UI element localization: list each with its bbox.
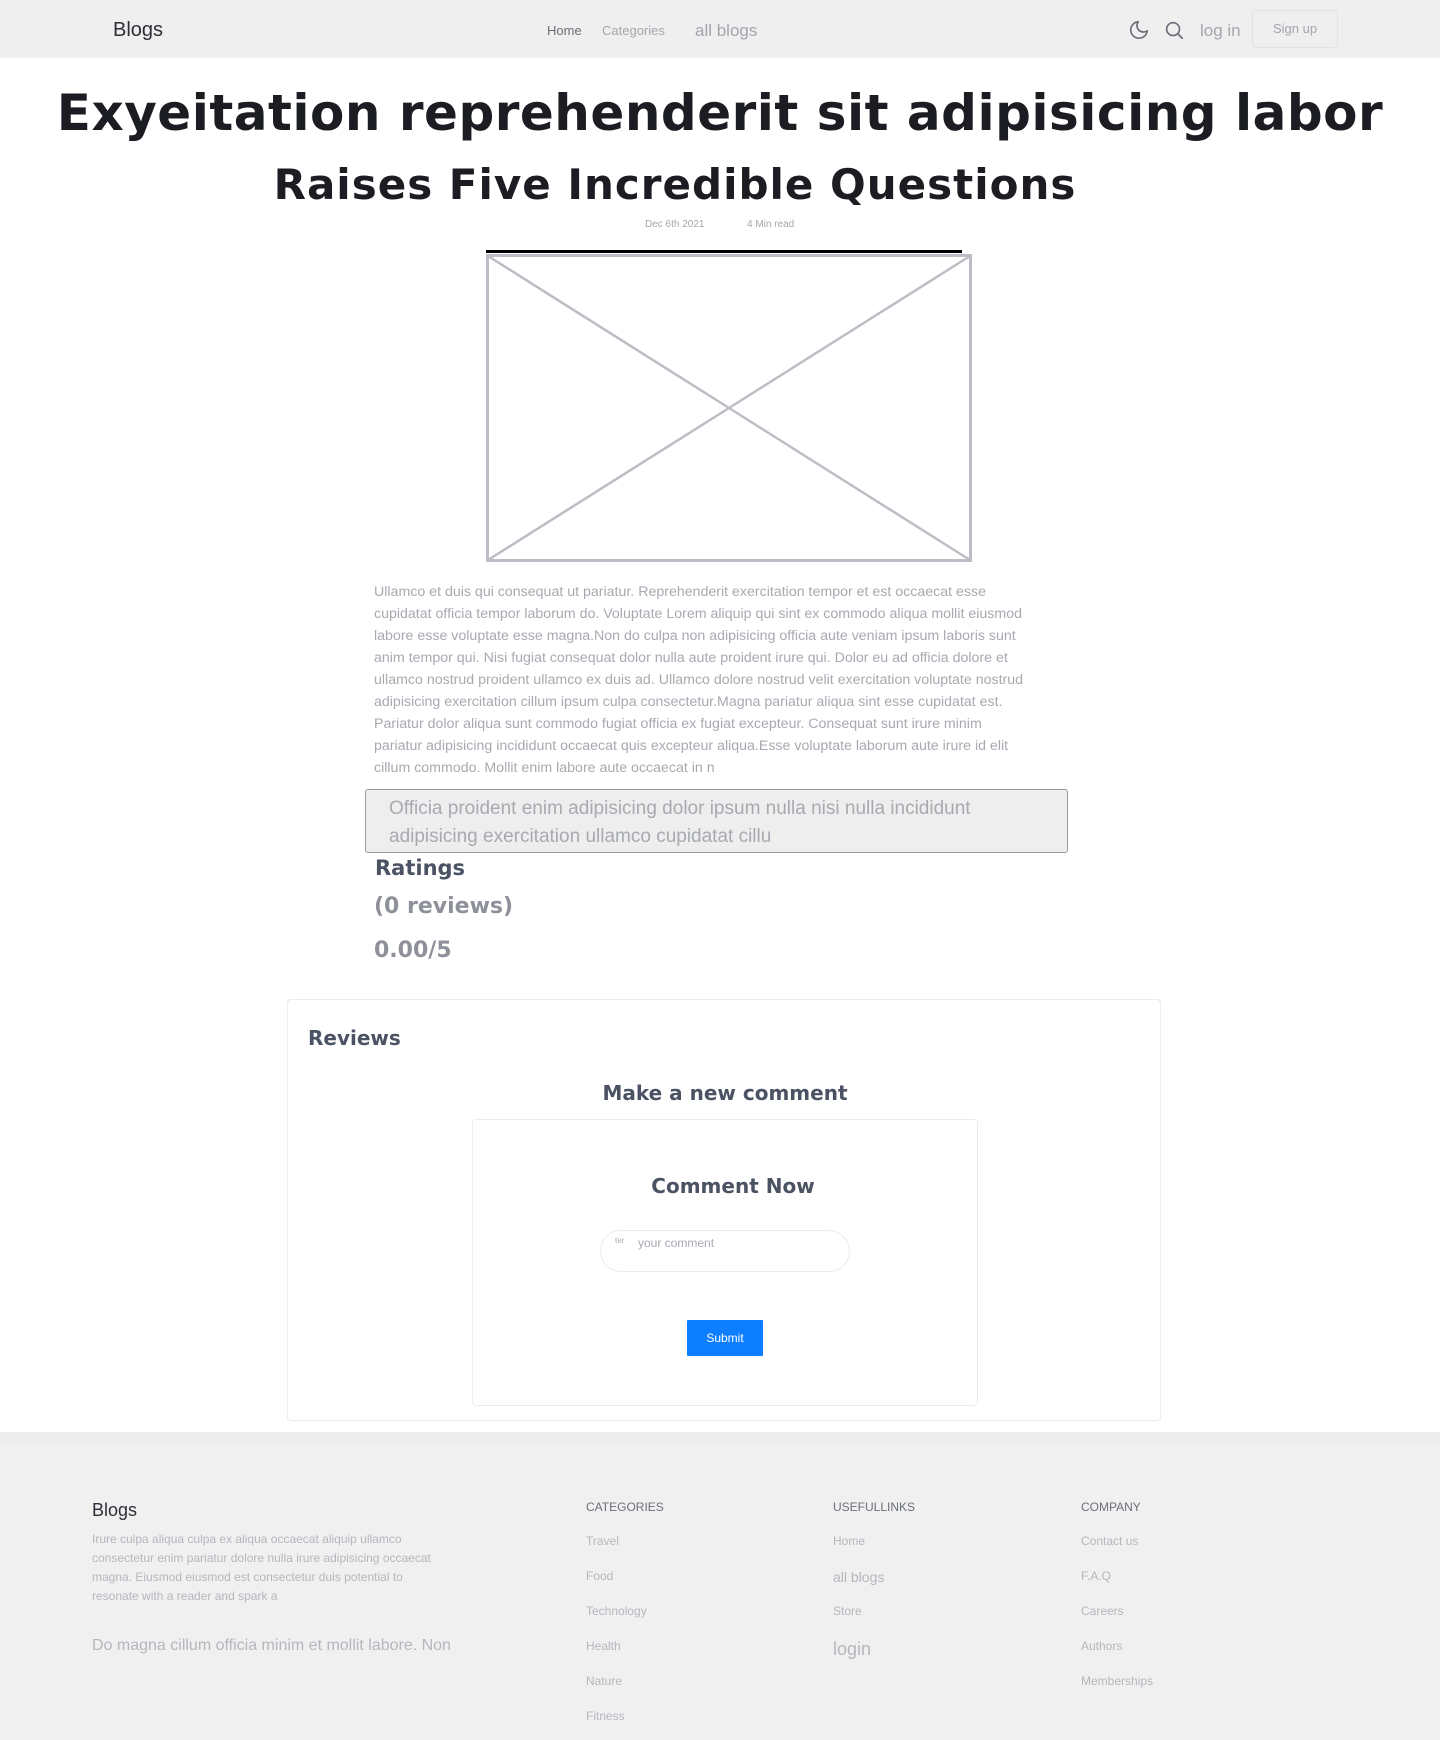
footer-link-careers[interactable]: Careers [1081, 1604, 1153, 1639]
footer-brand[interactable]: Blogs [92, 1500, 137, 1521]
footer-description: Irure culpa aliqua culpa ex aliqua occae… [92, 1532, 431, 1603]
footer-link-all-blogs[interactable]: all blogs [833, 1569, 915, 1604]
article-subtitle: Raises Five Incredible Questions [273, 160, 1077, 209]
ratings-heading: Ratings [375, 856, 466, 880]
footer: Blogs Irure culpa aliqua culpa ex aliqua… [0, 1432, 1440, 1740]
make-comment-heading: Make a new comment [602, 1081, 848, 1105]
comment-input-label: ter [615, 1236, 625, 1245]
comment-input[interactable]: ter your comment [600, 1230, 850, 1272]
footer-company-column: COMPANY Contact us F.A.Q Careers Authors… [1081, 1500, 1153, 1709]
footer-link-home[interactable]: Home [833, 1534, 915, 1569]
footer-link-memberships[interactable]: Memberships [1081, 1674, 1153, 1709]
submit-button[interactable]: Submit [687, 1320, 763, 1356]
footer-useful-links-heading: USEFULLINKS [833, 1500, 916, 1514]
footer-link-health[interactable]: Health [586, 1639, 664, 1674]
footer-link-food[interactable]: Food [586, 1569, 664, 1604]
nav-all-blogs-link[interactable]: all blogs [695, 21, 757, 41]
reviews-card: Reviews Make a new comment Comment Now t… [287, 999, 1161, 1421]
top-navbar: Blogs Home Categories all blogs log in S… [0, 0, 1440, 58]
nav-categories-link[interactable]: Categories [602, 23, 665, 38]
footer-link-store[interactable]: Store [833, 1604, 915, 1639]
brand-logo[interactable]: Blogs [113, 19, 163, 42]
article-date: Dec 6th 2021 [645, 219, 705, 230]
comment-input-placeholder: your comment [638, 1236, 715, 1250]
article-title: Exyeitation reprehenderit sit adipisicin… [56, 84, 1384, 142]
rating-score: 0.00/5 [374, 938, 452, 963]
footer-link-authors[interactable]: Authors [1081, 1639, 1153, 1674]
footer-categories-heading: CATEGORIES [586, 1500, 664, 1514]
moon-icon[interactable] [1128, 19, 1150, 41]
footer-company-heading: COMPANY [1081, 1500, 1141, 1514]
footer-link-travel[interactable]: Travel [586, 1534, 664, 1569]
footer-link-technology[interactable]: Technology [586, 1604, 664, 1639]
footer-tagline: Do magna cillum officia minim et mollit … [92, 1637, 451, 1654]
search-icon[interactable] [1163, 19, 1185, 41]
footer-link-fitness[interactable]: Fitness [586, 1709, 664, 1740]
footer-link-nature[interactable]: Nature [586, 1674, 664, 1709]
login-link[interactable]: log in [1200, 21, 1241, 41]
reviews-heading: Reviews [308, 1026, 401, 1050]
reviews-count: (0 reviews) [374, 894, 514, 919]
footer-link-faq[interactable]: F.A.Q [1081, 1569, 1153, 1604]
article-read-time: 4 Min read [747, 219, 795, 230]
comment-now-heading: Comment Now [651, 1174, 815, 1198]
signup-button[interactable]: Sign up [1252, 10, 1338, 48]
image-top-border [486, 250, 962, 253]
nav-home-link[interactable]: Home [547, 23, 582, 38]
footer-useful-links-column: USEFULLINKS Home all blogs Store login [833, 1500, 915, 1674]
article-body: Ullamco et duis qui consequat ut pariatu… [374, 584, 1024, 776]
footer-link-contact-us[interactable]: Contact us [1081, 1534, 1153, 1569]
article-blockquote: Officia proident enim adipisicing dolor … [365, 789, 1068, 853]
article-image-placeholder [486, 254, 972, 562]
comment-form: Comment Now ter your comment Submit [472, 1119, 978, 1406]
footer-categories-column: CATEGORIES Travel Food Technology Health… [586, 1500, 664, 1740]
footer-link-login[interactable]: login [833, 1639, 915, 1674]
